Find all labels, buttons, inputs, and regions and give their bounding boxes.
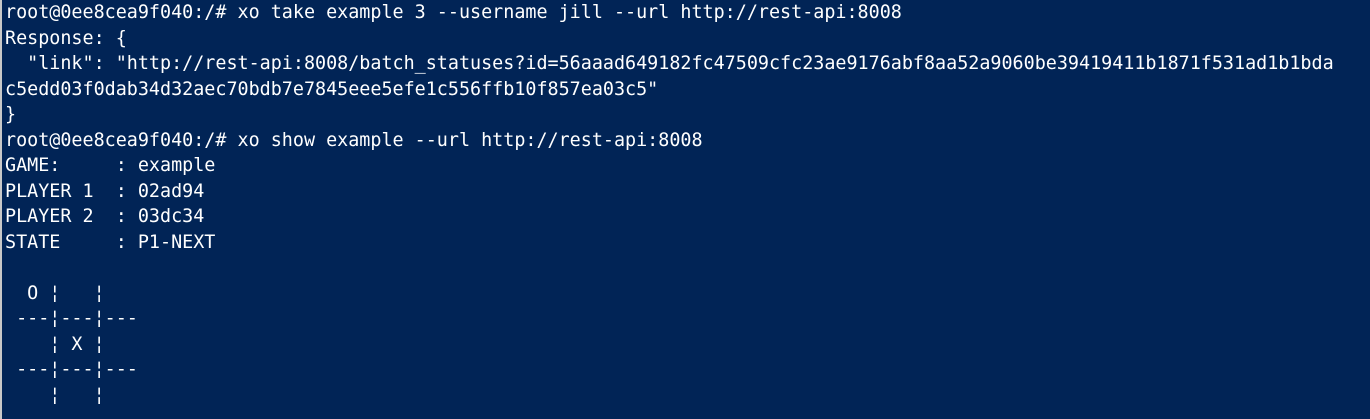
board-divider-2: ---¦---¦--- [5,359,138,380]
player-2-line: PLAYER 2 : 03dc34 [5,206,205,227]
board-row-2: ¦ X ¦ [5,333,105,355]
board-row-1: O ¦ ¦ [5,282,105,304]
response-close-brace: } [5,104,17,125]
command-line-show: root@0ee8cea9f040:/# xo show example --u… [5,129,703,151]
state-line: STATE : P1-NEXT [5,231,216,253]
board-divider-1: ---¦---¦--- [5,308,138,329]
terminal-window[interactable]: root@0ee8cea9f040:/# xo take example 3 -… [0,0,1370,419]
board-row-3: ¦ ¦ [5,384,105,406]
response-link-line-1: "link": "http://rest-api:8008/batch_stat… [5,53,1334,74]
command-line-take: root@0ee8cea9f040:/# xo take example 3 -… [5,2,902,23]
game-name-line: GAME: : example [5,155,216,176]
response-header: Response: { [5,27,127,49]
player-1-line: PLAYER 1 : 02ad94 [5,180,205,202]
response-link-line-2: c5edd03f0dab34d32aec70bdb7e7845eee5efe1c… [5,78,659,100]
